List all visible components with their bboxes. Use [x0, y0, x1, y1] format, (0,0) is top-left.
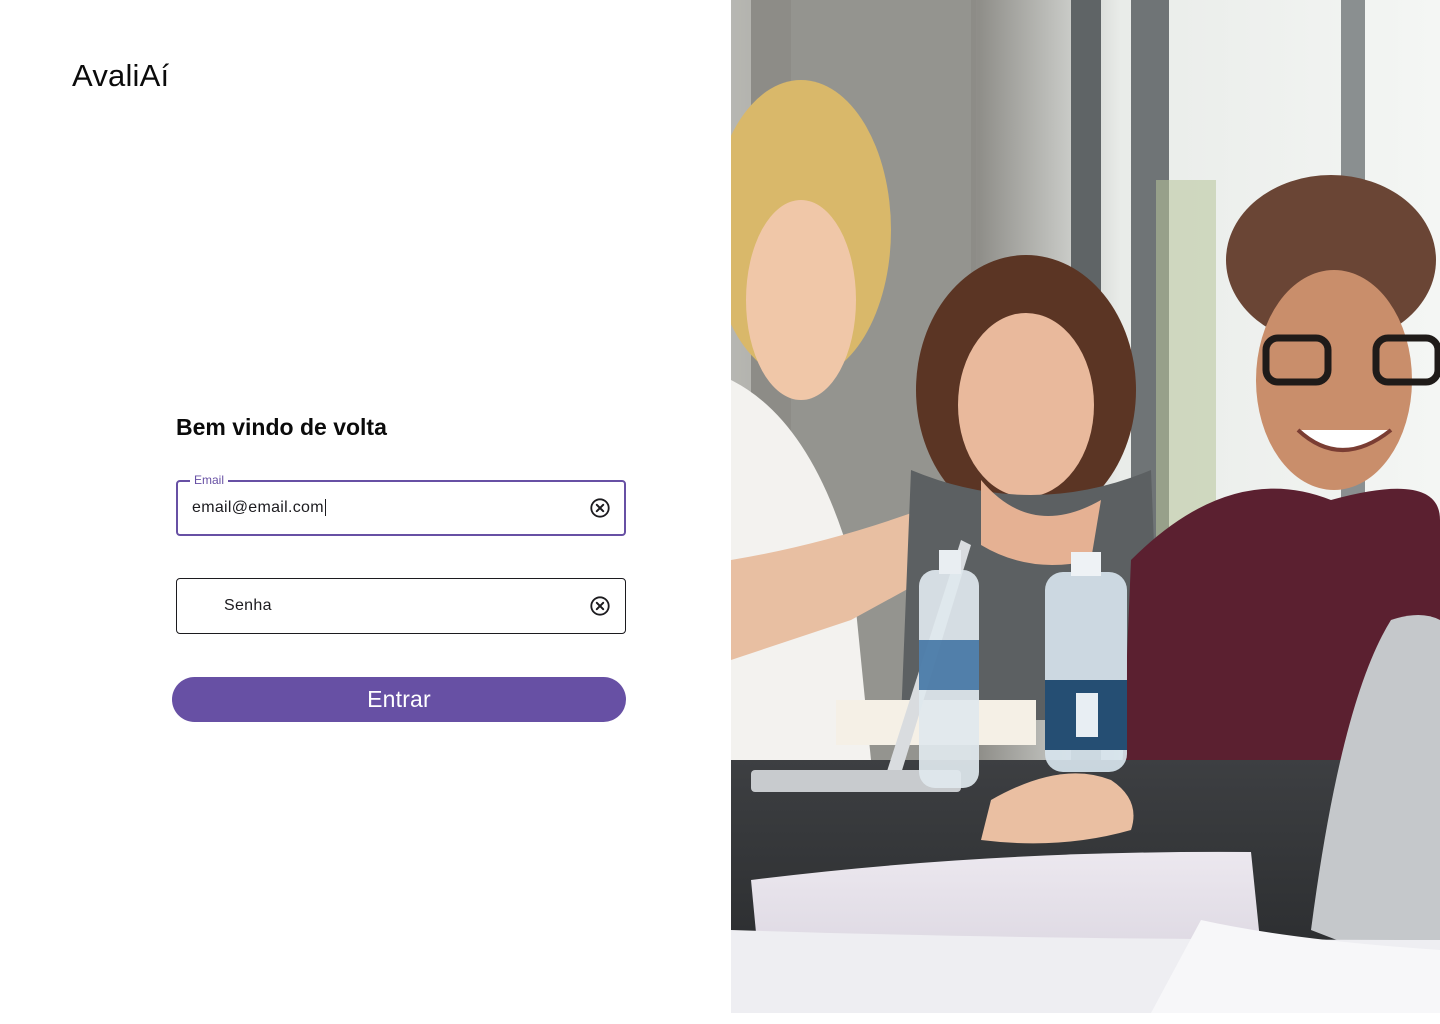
- password-clear-button[interactable]: [588, 594, 612, 618]
- email-input[interactable]: [178, 482, 624, 534]
- email-clear-button[interactable]: [588, 496, 612, 520]
- login-button[interactable]: Entrar: [172, 677, 626, 722]
- password-field: [176, 578, 626, 634]
- email-field: Email email@email.com: [176, 473, 626, 536]
- login-form: Bem vindo de volta Email email@email.com: [172, 414, 626, 722]
- login-panel: AvaliAí Bem vindo de volta Email email@e…: [0, 0, 731, 1024]
- clear-circle-icon: [590, 596, 610, 616]
- page-title: Bem vindo de volta: [176, 414, 387, 440]
- students-photo: [731, 0, 1440, 1013]
- password-input[interactable]: [177, 579, 625, 633]
- app-logo: AvaliAí: [72, 58, 170, 93]
- clear-circle-icon: [590, 498, 610, 518]
- hero-image: [731, 0, 1440, 1013]
